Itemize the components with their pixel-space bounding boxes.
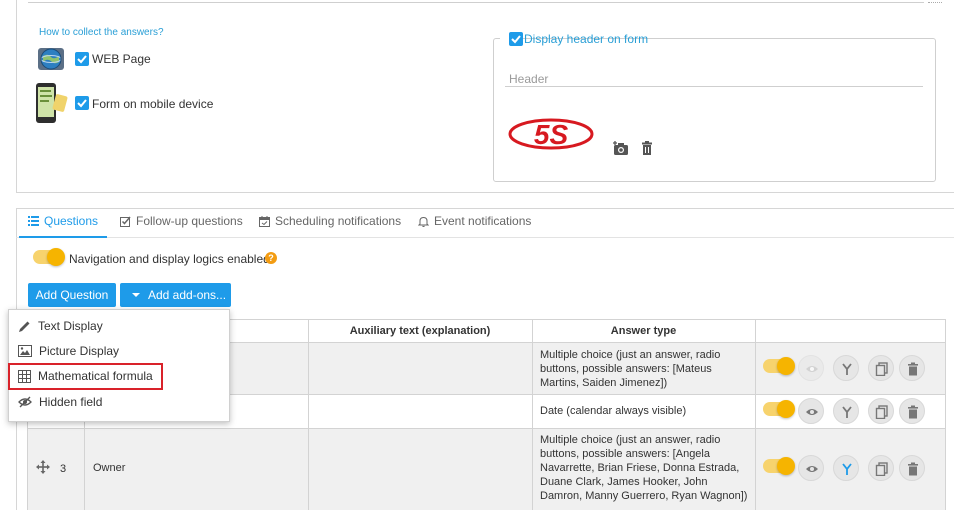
web-page-label: WEB Page [92, 52, 151, 66]
copy-icon [875, 362, 888, 376]
highlight-box [8, 363, 163, 390]
trash-icon [908, 462, 918, 476]
column-header-answer-type: Answer type [610, 325, 677, 337]
header-input[interactable]: Header [509, 72, 548, 86]
eye-icon [806, 409, 818, 415]
header-input-underline [505, 86, 923, 87]
branch-icon [842, 463, 852, 475]
menu-item-label: Text Display [38, 319, 103, 333]
answer-type-cell: Date (calendar always visible) [540, 405, 687, 417]
menu-item-label: Picture Display [39, 344, 120, 358]
branch-logic-button[interactable] [833, 398, 859, 424]
branch-logic-button[interactable] [833, 355, 859, 381]
add-addons-button[interactable]: Add add-ons... [120, 283, 231, 307]
tab-event-notifications[interactable]: Event notifications [418, 214, 531, 238]
list-icon [28, 216, 39, 226]
tab-label: Follow-up questions [136, 214, 243, 228]
header-legend [500, 31, 523, 47]
menu-item-picture-display[interactable]: Picture Display [18, 341, 119, 361]
navigation-logic-toggle[interactable] [33, 248, 65, 266]
tab-scheduling-notifications[interactable]: Scheduling notifications [259, 214, 401, 238]
delete-question-button[interactable] [899, 455, 925, 481]
tab-questions[interactable]: Questions [19, 214, 108, 238]
web-page-checkbox[interactable] [75, 52, 89, 66]
delete-question-button[interactable] [899, 398, 925, 424]
menu-item-hidden-field[interactable]: Hidden field [18, 392, 102, 412]
top-divider-end [928, 0, 942, 3]
top-divider [28, 2, 924, 3]
question-enabled-toggle[interactable] [763, 400, 795, 418]
collect-answers-label: How to collect the answers? [39, 27, 164, 38]
question-text-cell: Owner [93, 462, 126, 474]
answer-type-cell: Multiple choice (just an answer, radio b… [540, 349, 721, 389]
drag-handle-icon[interactable] [36, 460, 50, 474]
delete-question-button[interactable] [899, 355, 925, 381]
branch-icon [842, 406, 852, 418]
eye-icon [806, 466, 818, 472]
visibility-button[interactable] [798, 455, 824, 481]
tab-follow-up-questions[interactable]: Follow-up questions [120, 214, 243, 238]
menu-item-label: Hidden field [39, 395, 103, 409]
svg-text:5S: 5S [534, 119, 569, 150]
check-square-icon [120, 216, 131, 227]
calendar-icon [259, 216, 270, 227]
trash-icon [908, 405, 918, 419]
duplicate-button[interactable] [868, 398, 894, 424]
visibility-button[interactable] [798, 398, 824, 424]
tab-label: Questions [44, 214, 99, 228]
display-header-checkbox[interactable] [509, 32, 523, 46]
pencil-icon [19, 321, 30, 332]
delete-image-icon[interactable] [641, 141, 653, 155]
row-number: 3 [60, 463, 67, 475]
branch-logic-button[interactable] [833, 455, 859, 481]
duplicate-button[interactable] [868, 355, 894, 381]
navigation-logic-label: Navigation and display logics enabled [69, 252, 270, 266]
duplicate-button[interactable] [868, 455, 894, 481]
question-enabled-toggle[interactable] [763, 357, 795, 375]
bell-icon [418, 216, 429, 227]
mobile-form-label: Form on mobile device [92, 97, 214, 111]
globe-icon [38, 48, 64, 70]
tab-label: Event notifications [434, 214, 532, 228]
eye-icon [806, 366, 818, 372]
mobile-form-checkbox[interactable] [75, 96, 89, 110]
display-header-label: Display header on form [524, 32, 649, 46]
answer-type-cell: Multiple choice (just an answer, radio b… [540, 434, 748, 502]
mobile-device-icon [36, 83, 68, 123]
add-addons-label: Add add-ons... [148, 288, 227, 302]
header-fieldset [493, 38, 936, 182]
company-logo: 5S [508, 118, 594, 150]
add-question-button[interactable]: Add Question [28, 283, 116, 307]
trash-icon [908, 362, 918, 376]
caret-down-icon [132, 292, 140, 297]
column-header-auxiliary: Auxiliary text (explanation) [349, 325, 491, 337]
eye-slash-icon [18, 396, 32, 408]
branch-icon [842, 363, 852, 375]
question-enabled-toggle[interactable] [763, 457, 795, 475]
upload-image-icon[interactable] [613, 140, 629, 156]
tab-label: Scheduling notifications [275, 214, 402, 228]
copy-icon [875, 405, 888, 419]
picture-icon [18, 345, 32, 357]
help-icon[interactable]: ? [265, 252, 277, 264]
copy-icon [875, 462, 888, 476]
menu-item-text-display[interactable]: Text Display [18, 316, 103, 336]
visibility-button[interactable] [798, 355, 824, 381]
